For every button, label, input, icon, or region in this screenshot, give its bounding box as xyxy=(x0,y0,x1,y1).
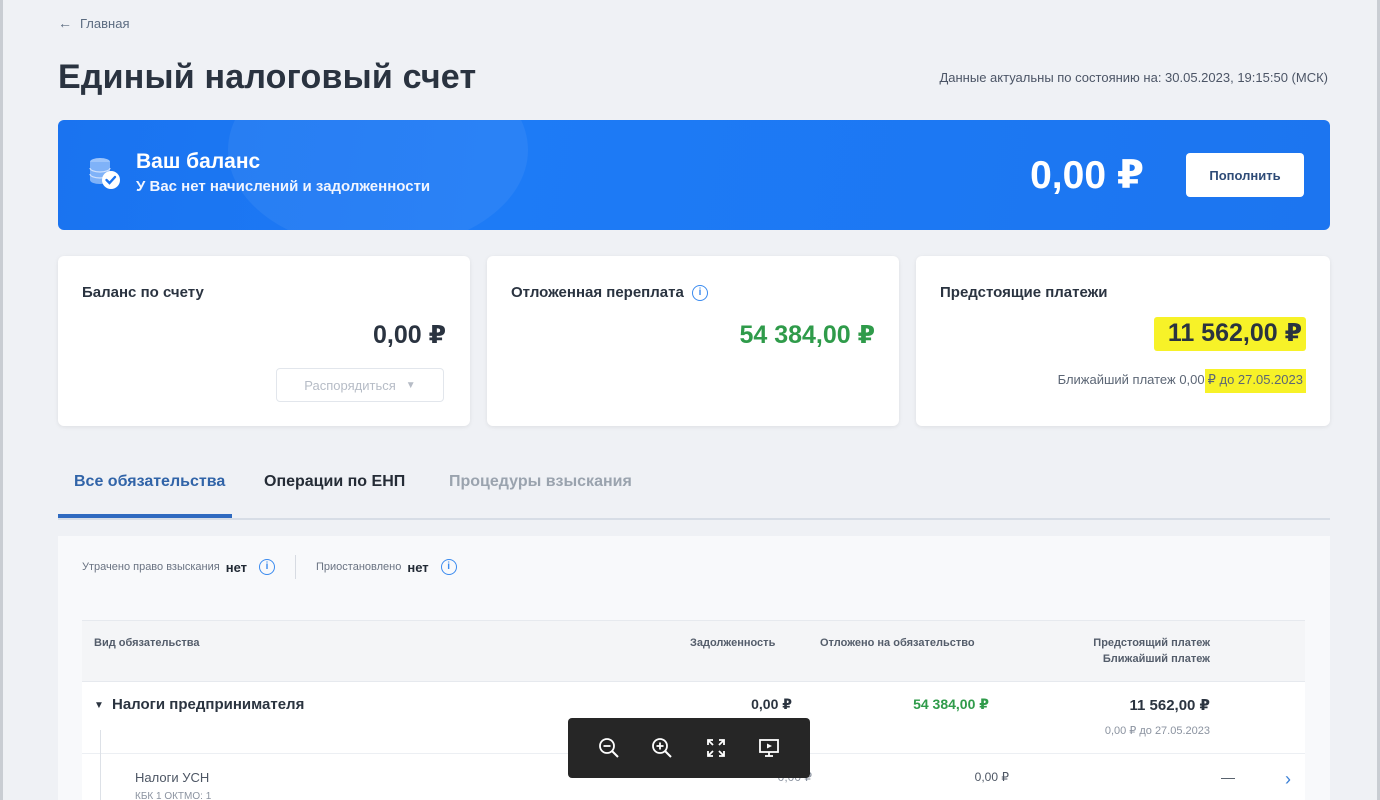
row-name: Налоги предпринимателя xyxy=(112,696,305,713)
dispose-label: Распорядиться xyxy=(304,377,396,393)
next-payment-info: Ближайший платеж 0,00 ₽ до 27.05.2023 xyxy=(1057,369,1306,393)
info-icon[interactable]: i xyxy=(259,559,276,575)
info-icon[interactable]: i xyxy=(691,285,708,302)
fullscreen-icon[interactable] xyxy=(702,734,730,762)
tabs-bar: Все обязательства Операции по ЕНП Процед… xyxy=(58,465,1330,520)
zoom-out-icon[interactable] xyxy=(595,734,623,762)
suspended-label: Приостановлено xyxy=(316,561,402,573)
filters-bar: Утрачено право взыскания нет i Приостано… xyxy=(82,555,457,579)
deferred-overpayment-title-wrap: Отложенная переплата i xyxy=(511,284,708,302)
data-actual-timestamp: Данные актуальны по состоянию на: 30.05.… xyxy=(939,70,1328,85)
header-debt: Задолженность xyxy=(690,637,776,649)
back-label: Главная xyxy=(80,15,130,31)
caret-down-icon[interactable]: ▼ xyxy=(94,700,104,711)
slideshow-icon[interactable] xyxy=(755,734,783,762)
banner-decoration xyxy=(228,120,528,230)
suspended-value: нет xyxy=(407,559,429,575)
next-payment-highlight: ₽ до 27.05.2023 xyxy=(1204,369,1306,393)
arrow-left-icon: ← xyxy=(58,15,72,31)
upcoming-payments-card: Предстоящие платежи 11 562,00 ₽ Ближайши… xyxy=(916,256,1330,426)
tree-connector xyxy=(100,730,101,800)
banner-title: Ваш баланс xyxy=(136,150,261,173)
tab-collection-procedures[interactable]: Процедуры взыскания xyxy=(449,473,632,491)
row-debt: 0,00 ₽ xyxy=(751,696,792,712)
next-payment-prefix: Ближайший платеж 0,00 xyxy=(1057,372,1205,387)
deferred-overpayment-card: Отложенная переплата i 54 384,00 ₽ xyxy=(487,256,899,426)
lost-right-label: Утрачено право взыскания xyxy=(82,561,220,573)
account-balance-title: Баланс по счету xyxy=(82,284,204,301)
tab-all-obligations[interactable]: Все обязательства xyxy=(74,473,225,491)
filters-divider xyxy=(295,555,297,579)
chevron-right-icon[interactable]: › xyxy=(1285,769,1291,790)
topup-button[interactable]: Пополнить xyxy=(1186,153,1304,197)
lost-right-value: нет xyxy=(225,559,248,575)
deferred-overpayment-title: Отложенная переплата xyxy=(511,284,684,301)
balance-banner: Ваш баланс У Вас нет начислений и задолж… xyxy=(58,120,1330,230)
row-nearest: 0,00 ₽ до 27.05.2023 xyxy=(1104,725,1210,737)
coins-check-icon xyxy=(89,158,120,189)
active-tab-indicator xyxy=(58,514,232,518)
row-upcoming: 11 562,00 ₽ xyxy=(1129,697,1210,714)
header-type: Вид обязательства xyxy=(94,637,200,649)
header-upcoming: Предстоящий платеж xyxy=(1093,637,1210,649)
tab-enp-operations[interactable]: Операции по ЕНП xyxy=(264,473,405,491)
upcoming-payments-title: Предстоящие платежи xyxy=(940,284,1108,301)
page-title: Единый налоговый счет xyxy=(58,58,477,96)
deferred-overpayment-amount: 54 384,00 ₽ xyxy=(739,321,875,349)
banner-subtitle: У Вас нет начислений и задолженности xyxy=(136,178,431,195)
row-deferred: 54 384,00 ₽ xyxy=(913,696,989,712)
row-deferred: 0,00 ₽ xyxy=(974,770,1009,784)
row-name: Налоги УСН xyxy=(135,770,210,785)
info-icon[interactable]: i xyxy=(440,559,457,575)
row-code: КБК 1 ОКТМО: 1 xyxy=(135,791,212,800)
account-balance-amount: 0,00 ₽ xyxy=(373,321,446,349)
row-upcoming: — xyxy=(1221,769,1235,785)
header-deferred: Отложено на обязательство xyxy=(820,637,975,649)
account-balance-card: Баланс по счету 0,00 ₽ Распорядиться ▼ xyxy=(58,256,470,426)
upcoming-payments-amount-wrap: 11 562,00 ₽ xyxy=(1153,317,1306,351)
image-viewer-toolbar xyxy=(568,718,810,778)
back-link[interactable]: ← Главная xyxy=(58,15,129,31)
upcoming-payments-amount: 11 562,00 ₽ xyxy=(1153,317,1306,351)
banner-balance-amount: 0,00 ₽ xyxy=(1030,154,1144,197)
header-nearest: Ближайший платеж xyxy=(1102,653,1210,665)
zoom-in-icon[interactable] xyxy=(648,734,676,762)
table-header: Вид обязательства Задолженность Отложено… xyxy=(82,620,1305,682)
chevron-down-icon: ▼ xyxy=(405,379,416,391)
dispose-dropdown[interactable]: Распорядиться ▼ xyxy=(276,368,444,402)
